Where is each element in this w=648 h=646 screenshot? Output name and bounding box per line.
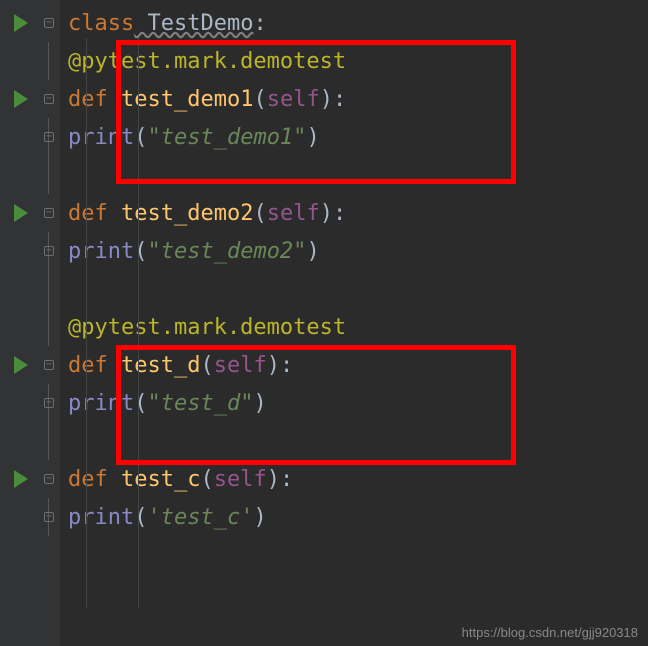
watermark: https://blog.csdn.net/gjj920318 xyxy=(462,625,638,640)
fold-line xyxy=(48,422,49,460)
run-icon[interactable] xyxy=(14,470,28,488)
keyword-self: self xyxy=(214,467,267,492)
gutter-row[interactable]: − xyxy=(0,4,60,42)
lparen: ( xyxy=(200,353,213,378)
gutter-row xyxy=(0,422,60,460)
fold-minus-icon[interactable]: − xyxy=(44,208,54,218)
gutter-row: − xyxy=(0,118,60,156)
function-name: test_demo2 xyxy=(108,201,254,226)
run-icon[interactable] xyxy=(14,14,28,32)
lparen: ( xyxy=(253,201,266,226)
gutter-row xyxy=(0,156,60,194)
function-name: test_d xyxy=(108,353,201,378)
code-line[interactable]: @pytest.mark.demotest xyxy=(68,42,648,80)
decorator: @pytest.mark.demotest xyxy=(68,315,346,340)
rparen: ) xyxy=(306,125,319,150)
builtin-print: print xyxy=(68,125,134,150)
keyword-def: def xyxy=(68,201,108,226)
gutter-row[interactable]: − xyxy=(0,346,60,384)
lparen: ( xyxy=(134,125,147,150)
lparen: ( xyxy=(253,87,266,112)
fold-minus-icon[interactable]: − xyxy=(44,360,54,370)
string-literal: "test_d" xyxy=(147,391,253,416)
code-line[interactable]: print('test_c') xyxy=(68,498,648,536)
fold-minus-icon[interactable]: − xyxy=(44,246,54,256)
gutter-row[interactable]: − xyxy=(0,194,60,232)
fold-minus-icon[interactable]: − xyxy=(44,18,54,28)
builtin-print: print xyxy=(68,505,134,530)
gutter-row[interactable]: − xyxy=(0,80,60,118)
code-line[interactable]: def test_demo2(self): xyxy=(68,194,648,232)
fold-minus-icon[interactable]: − xyxy=(44,94,54,104)
fold-line xyxy=(48,270,49,308)
lparen: ( xyxy=(134,239,147,264)
fold-line xyxy=(48,156,49,194)
run-icon[interactable] xyxy=(14,90,28,108)
keyword-self: self xyxy=(214,353,267,378)
code-line[interactable]: print("test_d") xyxy=(68,384,648,422)
code-editor: − − − − − − − − − class TestDemo: @pytes… xyxy=(0,0,648,646)
gutter-row: − xyxy=(0,384,60,422)
fold-minus-icon[interactable]: − xyxy=(44,474,54,484)
keyword-def: def xyxy=(68,467,108,492)
class-name: TestDemo xyxy=(134,11,253,36)
keyword-self: self xyxy=(267,201,320,226)
gutter-row xyxy=(0,270,60,308)
code-line-blank[interactable] xyxy=(68,422,648,460)
code-line[interactable]: print("test_demo1") xyxy=(68,118,648,156)
code-line[interactable]: def test_demo1(self): xyxy=(68,80,648,118)
rparen: ) xyxy=(306,239,319,264)
decorator: @pytest.mark.demotest xyxy=(68,49,346,74)
lparen: ( xyxy=(134,391,147,416)
code-line[interactable]: class TestDemo: xyxy=(68,4,648,42)
lparen: ( xyxy=(134,505,147,530)
string-literal: "test_demo1" xyxy=(147,125,306,150)
rparen: ) xyxy=(267,353,280,378)
colon: : xyxy=(280,467,293,492)
keyword-def: def xyxy=(68,87,108,112)
code-line[interactable]: def test_d(self): xyxy=(68,346,648,384)
builtin-print: print xyxy=(68,391,134,416)
colon: : xyxy=(333,87,346,112)
rparen: ) xyxy=(320,201,333,226)
colon: : xyxy=(253,11,266,36)
fold-line xyxy=(48,42,49,80)
colon: : xyxy=(333,201,346,226)
function-name: test_c xyxy=(108,467,201,492)
keyword-def: def xyxy=(68,353,108,378)
string-literal: "test_demo2" xyxy=(147,239,306,264)
keyword-class: class xyxy=(68,11,134,36)
rparen: ) xyxy=(253,505,266,530)
gutter-row: − xyxy=(0,232,60,270)
code-line[interactable]: def test_c(self): xyxy=(68,460,648,498)
fold-minus-icon[interactable]: − xyxy=(44,132,54,142)
gutter-row: − xyxy=(0,498,60,536)
rparen: ) xyxy=(253,391,266,416)
function-name: test_demo1 xyxy=(108,87,254,112)
code-line[interactable]: @pytest.mark.demotest xyxy=(68,308,648,346)
code-line[interactable]: print("test_demo2") xyxy=(68,232,648,270)
colon: : xyxy=(280,353,293,378)
run-icon[interactable] xyxy=(14,204,28,222)
rparen: ) xyxy=(320,87,333,112)
string-literal: 'test_c' xyxy=(147,505,253,530)
code-area[interactable]: class TestDemo: @pytest.mark.demotest de… xyxy=(60,0,648,646)
run-icon[interactable] xyxy=(14,356,28,374)
gutter: − − − − − − − − − xyxy=(0,0,60,646)
keyword-self: self xyxy=(267,87,320,112)
fold-minus-icon[interactable]: − xyxy=(44,512,54,522)
gutter-row[interactable]: − xyxy=(0,460,60,498)
fold-line xyxy=(48,308,49,346)
builtin-print: print xyxy=(68,239,134,264)
gutter-row xyxy=(0,308,60,346)
gutter-row xyxy=(0,42,60,80)
rparen: ) xyxy=(267,467,280,492)
code-line-blank[interactable] xyxy=(68,156,648,194)
lparen: ( xyxy=(200,467,213,492)
code-line-blank[interactable] xyxy=(68,270,648,308)
fold-minus-icon[interactable]: − xyxy=(44,398,54,408)
